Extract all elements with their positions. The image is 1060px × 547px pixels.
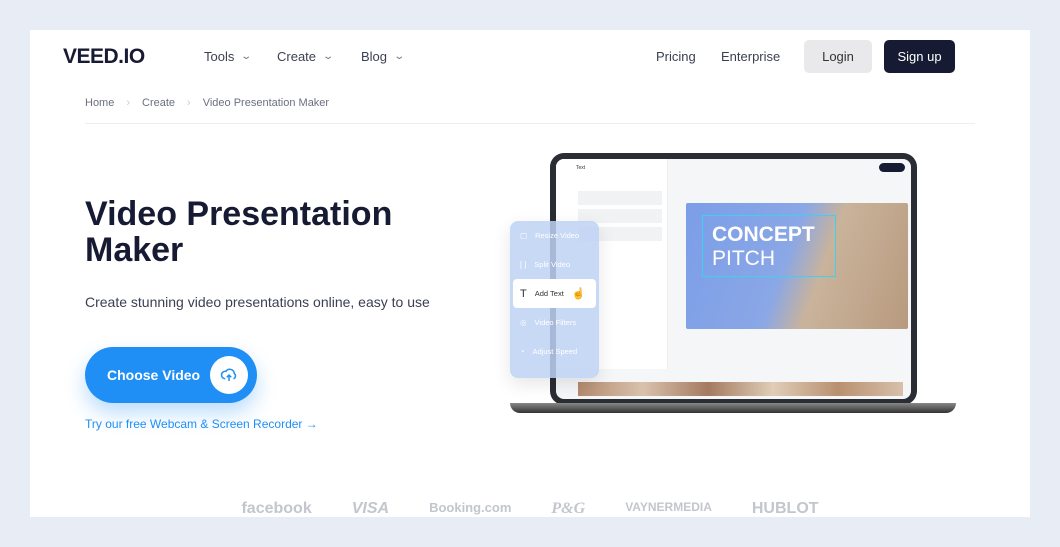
nav-label: Blog <box>361 49 388 64</box>
menu-label: Split Video <box>534 260 570 269</box>
webcam-recorder-link[interactable]: Try our free Webcam & Screen Recorder → <box>85 417 318 431</box>
logo-vaynermedia: VAYNERMEDIA <box>625 500 712 514</box>
menu-label: Add Text <box>534 289 564 298</box>
laptop-base <box>510 403 956 413</box>
nav-label: Tools <box>204 49 235 64</box>
breadcrumb-current: Video Presentation Maker <box>202 97 330 109</box>
chevron-right-icon: › <box>126 97 131 109</box>
nav-create[interactable]: Create ⌄ <box>277 49 335 64</box>
nav-enterprise[interactable]: Enterprise <box>721 49 780 64</box>
breadcrumb-home[interactable]: Home <box>85 97 114 109</box>
logo-visa: VISA <box>351 500 390 517</box>
subtitle: Create stunning video presentations onli… <box>85 294 430 310</box>
logo-hublot: HUBLOT <box>751 500 819 517</box>
editor-topbar <box>668 159 911 173</box>
video-preview: CONCEPT PITCH <box>686 203 908 329</box>
hand-cursor-icon: ☝ <box>571 288 586 300</box>
text-icon: T <box>520 287 527 300</box>
laptop-mockup: Text CONCEPT PITCH <box>550 153 917 405</box>
menu-label: Video Filters <box>534 318 577 327</box>
speed-icon: ◔ <box>520 347 525 356</box>
customer-logos: facebook VISA Booking.com P&G VAYNERMEDI… <box>30 500 1030 517</box>
login-button[interactable]: Login <box>804 40 872 73</box>
logo[interactable]: VEED.IO <box>63 45 145 69</box>
signup-button[interactable]: Sign up <box>884 40 955 73</box>
logo-pg: P&G <box>551 500 586 517</box>
menu-adjust-speed[interactable]: ◔ Adjust Speed <box>510 337 599 366</box>
logo-booking: Booking.com <box>429 500 512 515</box>
video-title: CONCEPT <box>712 223 815 246</box>
menu-label: Adjust Speed <box>532 347 578 356</box>
feature-menu: ▢ Resize Video [ ] Split Video T Add Text ☝ … <box>510 221 599 378</box>
video-subtitle: PITCH <box>712 247 775 270</box>
menu-split-video[interactable]: [ ] Split Video <box>510 250 599 279</box>
upload-icon <box>210 356 248 394</box>
menu-video-filters[interactable]: ◎ Video Filters <box>510 308 599 337</box>
menu-add-text[interactable]: T Add Text ☝ <box>513 279 596 308</box>
divider <box>85 123 975 124</box>
panel-title: Text <box>576 165 586 171</box>
filter-icon: ◎ <box>520 318 527 327</box>
crop-icon: ▢ <box>520 231 528 240</box>
page: VEED.IO Tools ⌄ Create ⌄ Blog ⌄ Pricing Ent… <box>30 30 1030 517</box>
breadcrumb-create[interactable]: Create <box>142 97 175 109</box>
choose-video-button[interactable]: Choose Video <box>85 347 257 403</box>
chevron-down-icon: ⌄ <box>240 51 253 62</box>
nav-label: Create <box>277 49 317 64</box>
chevron-right-icon: › <box>187 97 191 109</box>
menu-label: Resize Video <box>535 231 580 240</box>
breadcrumb: Home › Create › Video Presentation Maker <box>85 97 329 109</box>
chevron-down-icon: ⌄ <box>393 51 406 62</box>
nav-blog[interactable]: Blog ⌄ <box>361 49 406 64</box>
nav-pricing[interactable]: Pricing <box>656 49 696 64</box>
page-title: Video Presentation Maker <box>85 195 393 269</box>
cta-label: Choose Video <box>107 367 201 383</box>
timeline-strip <box>578 382 903 396</box>
editor-screen: Text CONCEPT PITCH <box>556 159 911 399</box>
chevron-down-icon: ⌄ <box>322 51 335 62</box>
logo-facebook: facebook <box>241 500 312 517</box>
split-icon: [ ] <box>520 260 527 269</box>
menu-resize-video[interactable]: ▢ Resize Video <box>510 221 599 250</box>
nav-tools[interactable]: Tools ⌄ <box>204 49 253 64</box>
